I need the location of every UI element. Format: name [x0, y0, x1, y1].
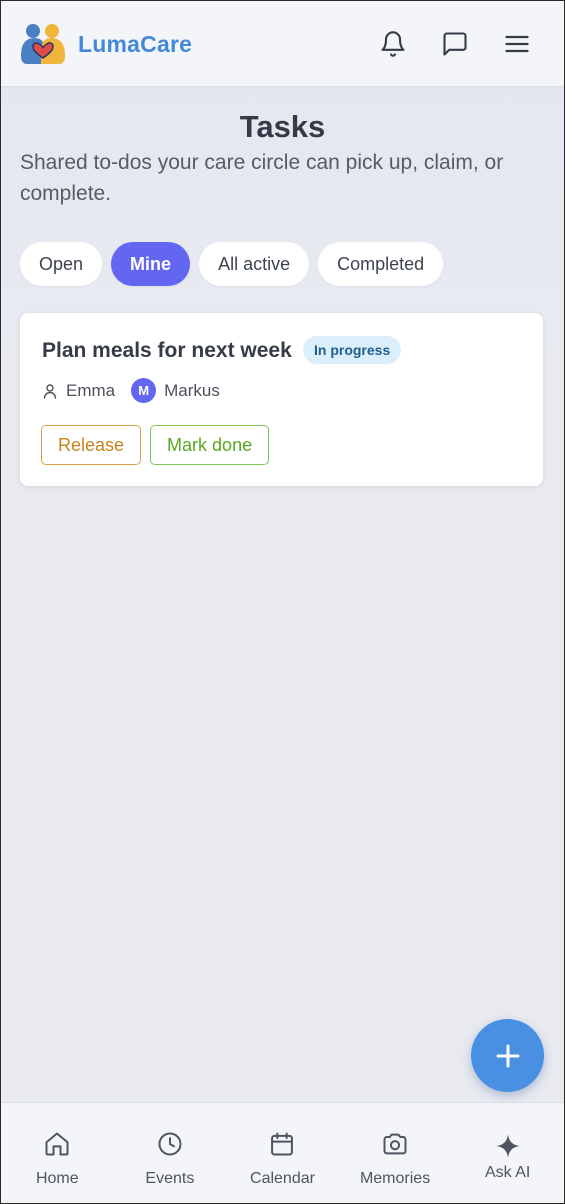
nav-memories[interactable]: Memories	[339, 1103, 452, 1203]
task-people-row: Emma M Markus	[42, 378, 220, 403]
nav-calendar[interactable]: Calendar	[226, 1103, 339, 1203]
filter-completed[interactable]: Completed	[318, 242, 444, 286]
task-card: Plan meals for next week In progress Emm…	[20, 313, 543, 486]
release-button[interactable]: Release	[41, 425, 142, 465]
clock-icon	[158, 1132, 182, 1156]
menu-icon[interactable]	[501, 28, 533, 60]
plus-icon	[496, 1044, 519, 1067]
avatar: M	[131, 378, 157, 403]
top-bar: LumaCare	[1, 1, 564, 87]
task-filter-tabs: Open Mine All active Completed	[20, 242, 444, 286]
filter-open[interactable]: Open	[20, 242, 103, 286]
camera-icon	[383, 1133, 407, 1155]
app-screen: LumaCare Tasks Shared to-dos your care c…	[0, 0, 565, 1204]
nav-label: Ask AI	[484, 1164, 531, 1181]
page-subtitle: Shared to-dos your care circle can pick …	[20, 151, 504, 205]
nav-ask-ai[interactable]: Ask AI	[451, 1103, 564, 1203]
task-actions: Release Mark done	[41, 425, 270, 465]
nav-label: Memories	[359, 1170, 431, 1187]
nav-events[interactable]: Events	[114, 1103, 227, 1203]
person-icon	[43, 383, 57, 399]
page-title: Tasks	[239, 109, 326, 144]
filter-mine[interactable]: Mine	[111, 242, 191, 286]
nav-label: Home	[35, 1170, 79, 1187]
brand-name[interactable]: LumaCare	[78, 31, 192, 58]
lumacare-logo-icon[interactable]	[19, 22, 67, 66]
calendar-icon	[271, 1132, 294, 1156]
home-icon	[45, 1132, 69, 1156]
add-task-button[interactable]	[471, 1019, 544, 1092]
nav-label: Calendar	[250, 1170, 315, 1187]
assignee-name: Emma	[66, 380, 116, 400]
status-badge: In progress	[303, 336, 402, 364]
mark-done-button[interactable]: Mark done	[150, 425, 270, 465]
claimer-name: Markus	[164, 380, 220, 400]
nav-label: Events	[145, 1170, 195, 1187]
message-icon[interactable]	[439, 28, 471, 60]
bottom-nav: Home Events Calendar Memories Ask AI	[1, 1102, 564, 1203]
nav-home[interactable]: Home	[1, 1103, 114, 1203]
filter-all-active[interactable]: All active	[199, 242, 310, 286]
bell-icon[interactable]	[377, 28, 409, 60]
sparkle-icon	[496, 1134, 520, 1158]
task-title[interactable]: Plan meals for next week	[42, 339, 292, 363]
